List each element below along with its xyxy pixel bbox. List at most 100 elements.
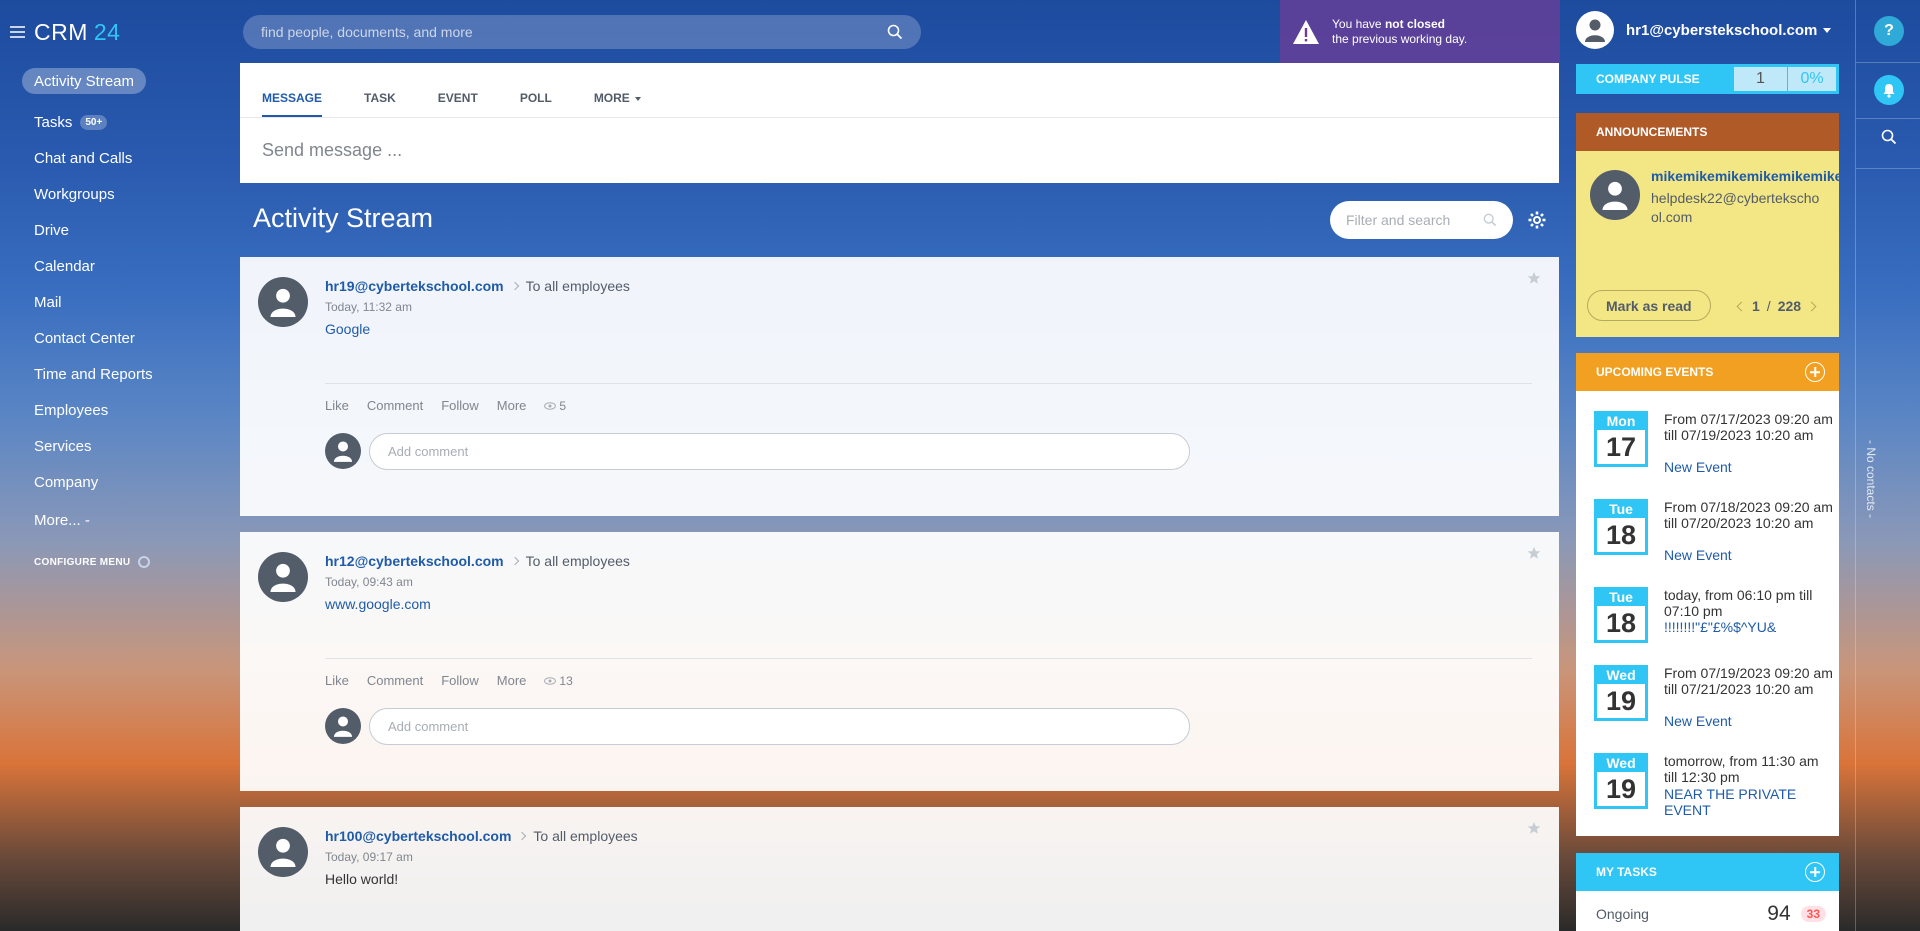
my-tasks-widget: MY TASKS Ongoing 94 33 xyxy=(1576,853,1839,931)
event-name[interactable]: New Event xyxy=(1664,459,1834,475)
app-logo[interactable]: CRM 24 xyxy=(34,19,120,46)
tab-poll[interactable]: POLL xyxy=(520,91,552,117)
search-icon[interactable] xyxy=(1483,213,1497,227)
event-name[interactable]: New Event xyxy=(1664,547,1834,563)
page-total: 228 xyxy=(1777,298,1802,314)
message-input[interactable]: Send message ... xyxy=(240,118,1559,182)
search-button[interactable] xyxy=(1874,122,1904,152)
author-avatar[interactable] xyxy=(258,827,308,877)
sidebar-item-contact-center[interactable]: Contact Center xyxy=(22,320,232,356)
user-menu[interactable]: hr1@cyberstekschool.com xyxy=(1576,11,1832,49)
comment-button[interactable]: Comment xyxy=(367,398,423,413)
comment-input[interactable] xyxy=(388,719,1171,734)
star-icon[interactable] xyxy=(1527,271,1541,285)
announcement-author[interactable]: mikemikemikemikemikemike xyxy=(1651,168,1839,184)
post-destination[interactable]: To all employees xyxy=(526,553,630,569)
more-button[interactable]: More xyxy=(497,398,527,413)
sidebar-item-calendar[interactable]: Calendar xyxy=(22,248,232,284)
like-button[interactable]: Like xyxy=(325,398,349,413)
sidebar-item-mail[interactable]: Mail xyxy=(22,284,232,320)
event-date[interactable]: Tue 18 xyxy=(1594,499,1648,555)
event-day: 17 xyxy=(1605,432,1637,462)
star-icon[interactable] xyxy=(1527,546,1541,560)
post-body[interactable]: www.google.com xyxy=(325,596,431,612)
sidebar-item-time-and-reports[interactable]: Time and Reports xyxy=(22,356,232,392)
tasks-ongoing-row[interactable]: Ongoing 94 33 xyxy=(1596,902,1826,926)
event-item: Wed 19 tomorrow, from 11:30 am till 12:30… xyxy=(1594,753,1834,825)
event-time: tomorrow, from 11:30 am till 12:30 pm xyxy=(1664,753,1819,785)
event-date[interactable]: Wed 19 xyxy=(1594,665,1648,721)
sidebar-item-services[interactable]: Services xyxy=(22,428,232,464)
author-avatar[interactable] xyxy=(258,552,308,602)
sidebar-menu: Activity Stream Tasks 50+ Chat and Calls … xyxy=(22,68,232,568)
sidebar-item-drive[interactable]: Drive xyxy=(22,212,232,248)
sidebar-item-workgroups[interactable]: Workgroups xyxy=(22,176,232,212)
post-time[interactable]: Today, 11:32 am xyxy=(325,300,412,314)
company-pulse[interactable]: COMPANY PULSE 1 0% xyxy=(1576,64,1839,94)
workday-warning[interactable]: You have not closed the previous working… xyxy=(1280,0,1560,63)
event-date[interactable]: Mon 17 xyxy=(1594,411,1648,467)
post-author[interactable]: hr12@cybertekschool.com xyxy=(325,553,504,569)
follow-button[interactable]: Follow xyxy=(441,673,479,688)
comment-input[interactable] xyxy=(388,444,1171,459)
sidebar-item-activity-stream[interactable]: Activity Stream xyxy=(22,68,147,94)
sidebar-item-company[interactable]: Company xyxy=(22,464,232,500)
event-date[interactable]: Tue 18 xyxy=(1594,587,1648,643)
chevron-right-icon[interactable] xyxy=(1806,301,1817,311)
star-icon[interactable] xyxy=(1527,821,1541,835)
feed-post: hr100@cybertekschool.com To all employee… xyxy=(240,807,1559,931)
comment-field xyxy=(369,708,1190,745)
sidebar-item-employees[interactable]: Employees xyxy=(22,392,232,428)
search-input[interactable] xyxy=(261,24,887,40)
tab-more[interactable]: MORE xyxy=(594,91,641,117)
sidebar-item-chat-and-calls[interactable]: Chat and Calls xyxy=(22,140,232,176)
help-button[interactable]: ? xyxy=(1874,16,1904,46)
post-author[interactable]: hr19@cybertekschool.com xyxy=(325,278,504,294)
tab-message[interactable]: MESSAGE xyxy=(262,91,323,117)
filter-input[interactable] xyxy=(1346,212,1483,228)
event-name[interactable]: New Event xyxy=(1664,713,1834,729)
post-actions: Like Comment Follow More 13 xyxy=(325,673,609,688)
post-author[interactable]: hr100@cybertekschool.com xyxy=(325,828,511,844)
follow-button[interactable]: Follow xyxy=(441,398,479,413)
event-name[interactable]: NEAR THE PRIVATE EVENT xyxy=(1664,786,1834,818)
event-name[interactable]: !!!!!!!!"£"£%$^YU& xyxy=(1664,619,1834,635)
add-event-icon[interactable] xyxy=(1805,362,1825,382)
tab-task[interactable]: TASK xyxy=(364,91,396,117)
notifications-button[interactable] xyxy=(1874,75,1904,105)
warning-line2: the previous working day. xyxy=(1332,31,1468,46)
event-dow: Wed xyxy=(1597,756,1645,772)
menu-burger-icon[interactable] xyxy=(0,12,34,52)
more-button[interactable]: More xyxy=(497,673,527,688)
post-destination[interactable]: To all employees xyxy=(526,278,630,294)
add-task-icon[interactable] xyxy=(1805,862,1825,882)
configure-menu-label: CONFIGURE MENU xyxy=(34,556,131,568)
announcement-pager: 1 / 228 xyxy=(1736,298,1817,314)
event-time: today, from 06:10 pm till 07:10 pm xyxy=(1664,587,1813,619)
views-counter[interactable]: 5 xyxy=(544,399,584,413)
views-counter[interactable]: 13 xyxy=(544,674,590,688)
pulse-label: COMPANY PULSE xyxy=(1596,72,1700,86)
mark-as-read-button[interactable]: Mark as read xyxy=(1587,290,1711,321)
sidebar-item-more[interactable]: More... - xyxy=(22,502,232,538)
logo-number: 24 xyxy=(93,18,121,45)
sidebar-item-tasks[interactable]: Tasks 50+ xyxy=(22,104,232,140)
event-day: 19 xyxy=(1605,686,1637,716)
post-destination[interactable]: To all employees xyxy=(533,828,637,844)
event-time: From 07/17/2023 09:20 am till 07/19/2023… xyxy=(1664,411,1833,443)
post-body[interactable]: Google xyxy=(325,321,370,337)
post-time[interactable]: Today, 09:17 am xyxy=(325,850,413,864)
search-icon[interactable] xyxy=(887,24,903,40)
announcement-avatar[interactable] xyxy=(1590,170,1640,220)
comment-button[interactable]: Comment xyxy=(367,673,423,688)
gear-icon[interactable] xyxy=(1527,210,1547,230)
chevron-down-icon xyxy=(634,96,641,101)
configure-menu-button[interactable]: CONFIGURE MENU xyxy=(22,556,232,568)
post-time[interactable]: Today, 09:43 am xyxy=(325,575,413,589)
like-button[interactable]: Like xyxy=(325,673,349,688)
chevron-left-icon[interactable] xyxy=(1736,301,1747,311)
tab-event[interactable]: EVENT xyxy=(438,91,478,117)
user-silhouette-icon xyxy=(1585,19,1605,42)
author-avatar[interactable] xyxy=(258,277,308,327)
event-date[interactable]: Wed 19 xyxy=(1594,753,1648,809)
